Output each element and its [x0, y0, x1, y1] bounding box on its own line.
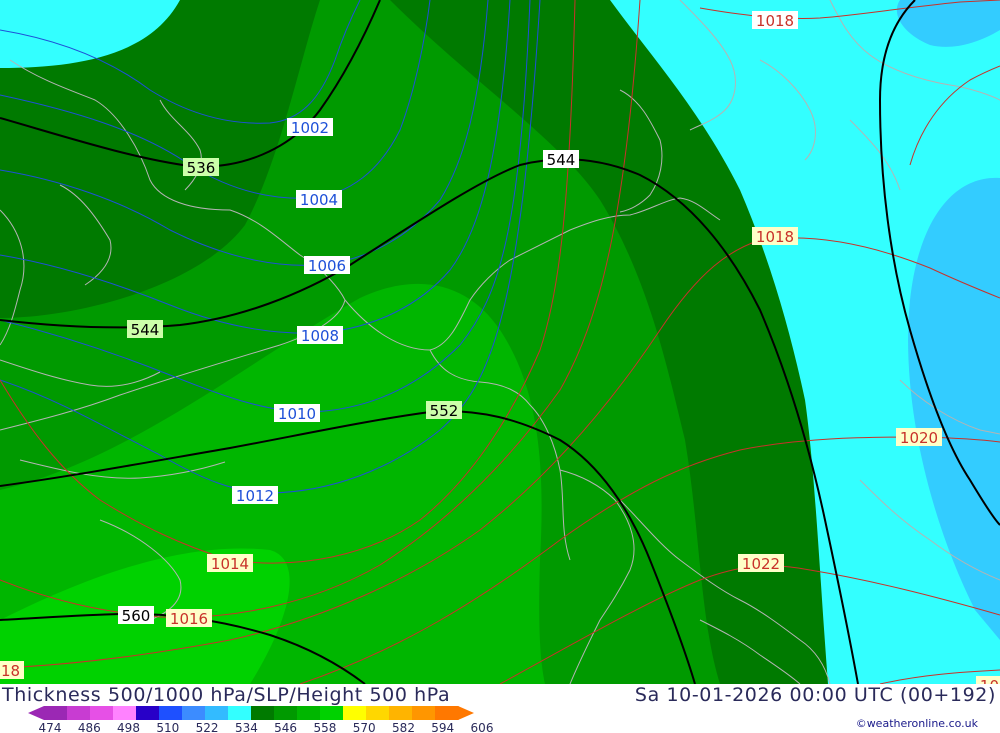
svg-text:1018: 1018 [756, 12, 794, 30]
svg-text:560: 560 [122, 607, 151, 625]
svg-text:1006: 1006 [308, 257, 346, 275]
isobar-label-1016: 1016 [166, 609, 212, 628]
isobar-label-1006: 1006 [304, 256, 350, 275]
svg-text:1020: 1020 [980, 677, 1000, 684]
svg-text:552: 552 [430, 402, 459, 420]
legend-tick-label: 498 [117, 721, 140, 733]
isobar-label-1010: 1010 [274, 404, 320, 423]
legend-swatch [297, 706, 321, 720]
svg-text:544: 544 [131, 321, 160, 339]
isobar-label-1018-top: 1018 [752, 11, 798, 30]
legend-swatch [67, 706, 91, 720]
legend-swatch [320, 706, 344, 720]
legend-tick-label: 582 [392, 721, 415, 733]
svg-text:1016: 1016 [170, 610, 208, 628]
legend-swatch [343, 706, 367, 720]
legend-swatch [366, 706, 390, 720]
svg-text:1008: 1008 [301, 327, 339, 345]
svg-text:1002: 1002 [291, 119, 329, 137]
isobar-label-1020-edge: 1020 [976, 676, 1000, 684]
legend-tick-label: 534 [235, 721, 258, 733]
svg-text:1020: 1020 [900, 429, 938, 447]
legend-tick-label: 486 [78, 721, 101, 733]
legend-tick-label: 606 [471, 721, 494, 733]
legend-tick-label: 594 [431, 721, 454, 733]
legend-swatch [274, 706, 298, 720]
svg-text:1022: 1022 [742, 555, 780, 573]
svg-text:1004: 1004 [300, 191, 338, 209]
legend-swatch [435, 706, 459, 720]
legend-swatch [412, 706, 436, 720]
isobar-label-1012: 1012 [232, 486, 278, 505]
isobar-label-1022: 1022 [738, 554, 784, 573]
legend-swatch [90, 706, 114, 720]
legend-swatch [251, 706, 275, 720]
legend-tick-label: 570 [353, 721, 376, 733]
legend-ticks: 474 486 498 510 522 534 546 558 570 582 594 606 [39, 721, 494, 733]
isobar-label-1018-right: 1018 [752, 227, 798, 246]
svg-text:1012: 1012 [236, 487, 274, 505]
forecast-datetime: Sa 10-01-2026 00:00 UTC (00+192) [634, 684, 996, 706]
map-title: Thickness 500/1000 hPa/SLP/Height 500 hP… [2, 684, 451, 706]
legend-swatch [159, 706, 183, 720]
height-label-544-west: 544 [127, 320, 163, 339]
color-legend: 474 486 498 510 522 534 546 558 570 582 594 606 [28, 706, 494, 733]
isobar-label-1004: 1004 [296, 190, 342, 209]
svg-text:544: 544 [547, 151, 576, 169]
isobar-label-1020: 1020 [896, 428, 942, 447]
svg-text:1018: 1018 [0, 662, 20, 680]
svg-text:1010: 1010 [278, 405, 316, 423]
legend-swatch [389, 706, 413, 720]
legend-tick-label: 546 [274, 721, 297, 733]
legend-swatches [44, 706, 459, 720]
height-label-544-east: 544 [543, 150, 579, 169]
svg-text:1014: 1014 [211, 555, 249, 573]
legend-swatch [136, 706, 160, 720]
legend-tick-label: 558 [313, 721, 336, 733]
legend-swatch [228, 706, 252, 720]
svg-text:1018: 1018 [756, 228, 794, 246]
legend-swatch [44, 706, 68, 720]
legend-tick-label: 522 [196, 721, 219, 733]
legend-swatch [113, 706, 137, 720]
svg-text:536: 536 [187, 159, 216, 177]
isobar-label-1002: 1002 [287, 118, 333, 137]
legend-tick-label: 474 [39, 721, 62, 733]
legend-tick-label: 510 [156, 721, 179, 733]
isobar-label-1008: 1008 [297, 326, 343, 345]
legend-swatch [182, 706, 206, 720]
isobar-label-1014: 1014 [207, 554, 253, 573]
height-label-560: 560 [118, 606, 154, 625]
legend-arrow-right [458, 706, 474, 720]
legend-arrow-left [28, 706, 44, 720]
isobar-label-1018-edge: 1018 [0, 661, 24, 680]
height-label-552: 552 [426, 401, 462, 420]
weather-map: 1002 1004 1006 1008 1010 1012 1014 1016 … [0, 0, 1000, 684]
credit-link[interactable]: ©weatheronline.co.uk [856, 717, 978, 730]
legend-swatch [205, 706, 229, 720]
height-label-536: 536 [183, 158, 219, 177]
